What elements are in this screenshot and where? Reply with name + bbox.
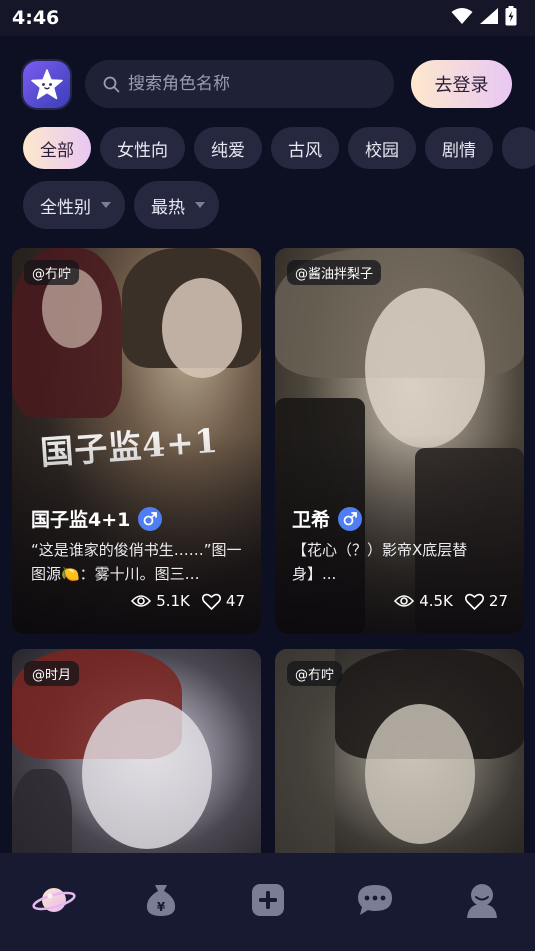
like-count: 27 [488, 592, 508, 610]
bottom-navigation: ¥ [0, 853, 535, 951]
card-stats: 4.5K 27 [394, 592, 508, 610]
category-chip-female-oriented[interactable]: 女性向 [100, 127, 185, 169]
search-box[interactable] [85, 60, 394, 108]
male-gender-icon [138, 506, 163, 531]
view-count: 4.5K [419, 592, 453, 610]
profile-icon [466, 884, 497, 918]
search-input[interactable] [128, 74, 378, 94]
character-card[interactable]: @酱油拌梨子 卫希 【花心（？）影帝X底层替身】... 4.5K 27 [275, 248, 524, 634]
money-bag-icon: ¥ [146, 885, 175, 916]
category-chip-story[interactable]: 剧情 [425, 127, 493, 169]
character-card[interactable]: 国子监4+1 @冇咛 国子监4+1 “这是谁家的俊俏书生……”图一图源🍋：雾十川… [12, 248, 261, 634]
status-icons [451, 6, 517, 26]
category-chip-more[interactable] [502, 127, 535, 169]
star-mascot-icon [30, 68, 63, 99]
like-button[interactable]: 27 [464, 592, 508, 610]
add-icon [251, 884, 284, 916]
app-screen: 4:46 去登录 [0, 0, 535, 951]
card-stats: 5.1K 47 [131, 592, 245, 610]
chat-icon [357, 885, 392, 915]
nav-item-create[interactable] [238, 875, 298, 925]
nav-item-discover[interactable] [24, 875, 84, 925]
category-chip-all[interactable]: 全部 [23, 127, 91, 169]
gender-filter-label: 全性别 [40, 197, 91, 218]
eye-icon [394, 595, 415, 607]
chevron-down-icon [195, 202, 205, 208]
status-time: 4:46 [12, 7, 60, 29]
heart-icon [464, 593, 484, 610]
character-name: 卫希 [292, 509, 331, 531]
heart-icon [201, 593, 221, 610]
category-chip-pure-love[interactable]: 纯爱 [194, 127, 262, 169]
signal-icon [480, 8, 498, 24]
nav-item-wallet[interactable]: ¥ [131, 875, 191, 925]
nav-item-profile[interactable] [452, 875, 512, 925]
view-count: 5.1K [156, 592, 190, 610]
wifi-icon [451, 8, 473, 24]
category-tabs: 全部 女性向 纯爱 古风 校园 剧情 [23, 127, 535, 169]
login-button[interactable]: 去登录 [411, 60, 512, 108]
author-tag: @冇咛 [24, 260, 80, 285]
author-tag: @冇咛 [287, 661, 343, 686]
nav-item-messages[interactable] [345, 875, 405, 925]
eye-icon [131, 595, 152, 607]
battery-icon [505, 6, 517, 26]
character-description: “这是谁家的俊俏书生……”图一图源🍋：雾十川。图三… [31, 541, 242, 583]
category-chip-campus[interactable]: 校园 [348, 127, 416, 169]
like-count: 47 [225, 592, 245, 610]
character-card[interactable]: @时月 [12, 649, 261, 879]
app-logo[interactable] [23, 61, 70, 108]
character-name: 国子监4+1 [31, 509, 131, 531]
author-tag: @时月 [24, 661, 80, 686]
character-card[interactable]: @冇咛 [275, 649, 524, 879]
sort-filter-label: 最热 [151, 197, 185, 218]
author-tag: @酱油拌梨子 [287, 260, 382, 285]
filter-row: 全性别 最热 [23, 181, 219, 229]
planet-icon [31, 888, 76, 912]
svg-text:¥: ¥ [156, 900, 165, 914]
like-button[interactable]: 47 [201, 592, 245, 610]
chevron-down-icon [101, 202, 111, 208]
male-gender-icon [338, 506, 363, 531]
status-bar: 4:46 [0, 0, 535, 36]
search-icon [103, 76, 120, 92]
sort-filter-dropdown[interactable]: 最热 [134, 181, 219, 229]
gender-filter-dropdown[interactable]: 全性别 [23, 181, 125, 229]
character-description: 【花心（？）影帝X底层替身】... [292, 541, 468, 583]
category-chip-ancient[interactable]: 古风 [271, 127, 339, 169]
